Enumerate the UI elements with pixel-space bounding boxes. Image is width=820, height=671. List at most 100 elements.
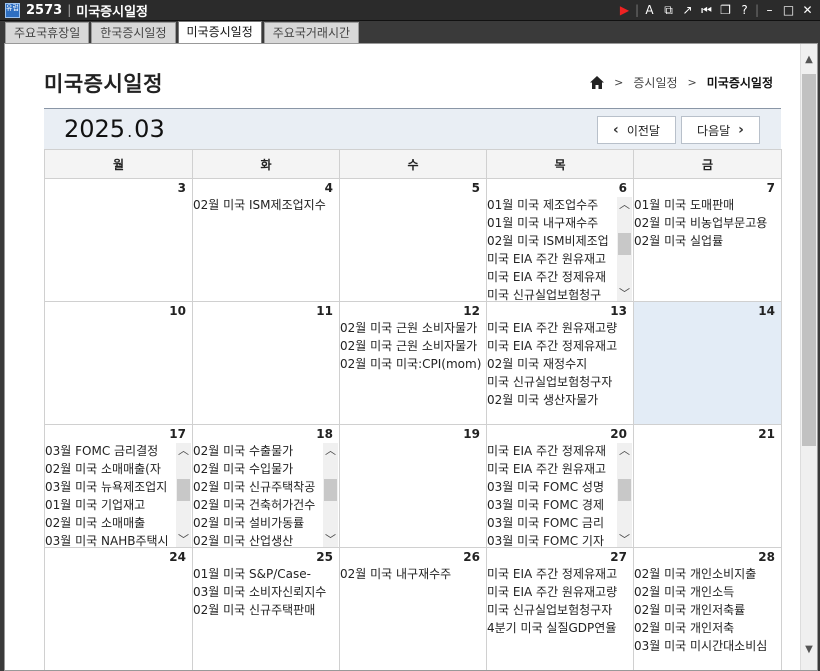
calendar-event[interactable]: 02월 미국 개인저축 [634,619,781,637]
calendar-event[interactable]: 미국 EIA 주간 원유재고 [487,460,617,478]
calendar-day-cell[interactable]: 18 02월 미국 수출물가 02월 미국 수입물가 02월 미국 신규주택착공 02월… [192,424,340,548]
calendar-event[interactable]: 미국 EIA 주간 정제유재 [487,442,617,460]
calendar-event[interactable]: 미국 EIA 주간 원유재고량 [487,319,633,337]
calendar-event[interactable]: 03월 미국 FOMC 성명 [487,478,617,496]
calendar-day-cell[interactable]: 3 [44,178,193,302]
tab-trading-hours[interactable]: 주요국거래시간 [263,22,360,43]
first-page-icon[interactable]: ⏮ [698,2,715,18]
calendar-day-cell[interactable]: 24 [44,547,193,670]
calendar-event[interactable]: 02월 미국 개인소비지출 [634,565,781,583]
calendar-event[interactable]: 02월 미국 근원 소비자물가 [340,319,486,337]
calendar-event[interactable]: 미국 EIA 주간 원유재고량 [487,583,633,601]
home-icon[interactable] [590,76,605,89]
link-arrow-icon[interactable]: ↗ [679,2,696,18]
close-icon[interactable]: ✕ [799,2,816,18]
calendar-day-cell[interactable]: 21 [633,424,782,548]
play-icon[interactable]: ▶ [616,2,633,18]
calendar-event[interactable]: 미국 신규실업보험청구자 [487,601,633,619]
breadcrumb-item[interactable]: 증시일정 [633,74,677,91]
calendar-event[interactable]: 02월 미국 개인저축률 [634,601,781,619]
calendar-event[interactable]: 02월 미국 재정수지 [487,355,633,373]
chevron-down-icon[interactable]: ﹀ [617,532,632,547]
calendar-event[interactable]: 02월 미국 건축허가건수 [193,496,323,514]
calendar-event[interactable]: 02월 미국 근원 소비자물가 [340,337,486,355]
calendar-day-cell[interactable]: 17 03월 FOMC 금리결정 02월 미국 소매매출(자 03월 미국 뉴욕제조업… [44,424,193,548]
calendar-event[interactable]: 03월 미국 미시간대소비심 [634,637,781,655]
new-window-icon[interactable]: ⧉ [660,2,677,18]
calendar-event[interactable]: 03월 미국 뉴욕제조업지 [45,478,176,496]
maximize-icon[interactable]: □ [780,2,797,18]
calendar-event[interactable]: 02월 미국 내구재수주 [340,565,486,583]
calendar-event[interactable]: 4분기 미국 실질GDP연율 [487,619,633,637]
calendar-event[interactable]: 미국 EIA 주간 정제유재 [487,268,617,286]
next-month-button[interactable]: 다음달 › [681,116,760,144]
calendar-day-cell[interactable]: 28 02월 미국 개인소비지출 02월 미국 개인소득 02월 미국 개인저축률 02… [633,547,782,670]
calendar-event[interactable]: 01월 미국 제조업수주 [487,196,617,214]
scrollbar-thumb[interactable] [618,479,631,501]
chevron-up-icon[interactable]: ︿ [617,443,632,458]
chevron-down-icon[interactable]: ﹀ [176,532,191,547]
calendar-day-cell[interactable]: 12 02월 미국 근원 소비자물가 02월 미국 근원 소비자물가 02월 미국 미… [339,301,487,425]
calendar-day-cell[interactable]: 14 [633,301,782,425]
calendar-day-cell[interactable]: 13 미국 EIA 주간 원유재고량 미국 EIA 주간 정제유재고 02월 미국 재… [486,301,634,425]
calendar-day-cell[interactable]: 11 [192,301,340,425]
chevron-up-icon[interactable]: ︿ [323,443,338,458]
calendar-event[interactable]: 미국 EIA 주간 정제유재고 [487,337,633,355]
calendar-day-cell[interactable]: 26 02월 미국 내구재수주 [339,547,487,670]
calendar-event[interactable]: 미국 EIA 주간 정제유재고 [487,565,633,583]
chevron-up-icon[interactable]: ︿ [176,443,191,458]
font-size-icon[interactable]: A [641,2,658,18]
calendar-event[interactable]: 02월 미국 수입물가 [193,460,323,478]
calendar-event[interactable]: 03월 미국 소비자신뢰지수 [193,583,339,601]
calendar-event[interactable]: 02월 미국 소매매출(자 [45,460,176,478]
cell-scrollbar[interactable]: ︿ ﹀ [617,443,632,547]
calendar-event[interactable]: 02월 미국 생산자물가 [487,391,633,409]
chevron-down-icon[interactable]: ﹀ [323,532,338,547]
calendar-event[interactable]: 01월 미국 도매판매 [634,196,781,214]
scrollbar-thumb[interactable] [177,479,190,501]
tab-holidays[interactable]: 주요국휴장일 [5,22,90,43]
calendar-event[interactable]: 01월 미국 내구재수주 [487,214,617,232]
page-scrollbar[interactable]: ▲ ▼ [800,44,817,670]
calendar-event[interactable]: 02월 미국 소매매출 [45,514,176,532]
cell-scrollbar[interactable]: ︿ ﹀ [176,443,191,547]
app-icon[interactable]: 유럽 [5,2,20,18]
calendar-event[interactable]: 03월 미국 FOMC 기자 [487,532,617,547]
calendar-event[interactable]: 02월 미국 미국:CPI(mom) [340,355,486,373]
help-icon[interactable]: ? [736,2,753,18]
tab-us-schedule[interactable]: 미국증시일정 [177,21,262,43]
scrollbar-thumb[interactable] [802,74,816,446]
calendar-event[interactable]: 03월 미국 NAHB주택시 [45,532,176,547]
calendar-event[interactable]: 02월 미국 신규주택판매 [193,601,339,619]
scrollbar-thumb[interactable] [618,233,631,255]
calendar-event[interactable]: 02월 미국 수출물가 [193,442,323,460]
calendar-event[interactable]: 03월 FOMC 금리결정 [45,442,176,460]
calendar-day-cell[interactable]: 6 01월 미국 제조업수주 01월 미국 내구재수주 02월 미국 ISM비제조업 미… [486,178,634,302]
calendar-day-cell[interactable]: 7 01월 미국 도매판매 02월 미국 비농업부문고용 02월 미국 실업률 [633,178,782,302]
minimize-icon[interactable]: – [761,2,778,18]
scrollbar-thumb[interactable] [324,479,337,501]
calendar-event[interactable]: 01월 미국 S&P/Case- [193,565,339,583]
calendar-event[interactable]: 01월 미국 기업재고 [45,496,176,514]
restore-window-icon[interactable]: ❐ [717,2,734,18]
calendar-event[interactable]: 02월 미국 설비가동률 [193,514,323,532]
calendar-event[interactable]: 02월 미국 산업생산 [193,532,323,547]
calendar-event[interactable]: 미국 신규실업보험청구자 [487,373,633,391]
calendar-day-cell[interactable]: 19 [339,424,487,548]
chevron-down-icon[interactable]: ﹀ [617,286,632,301]
calendar-day-cell[interactable]: 5 [339,178,487,302]
scroll-down-icon[interactable]: ▼ [801,644,817,660]
calendar-event[interactable]: 02월 미국 ISM제조업지수 [193,196,339,214]
cell-scrollbar[interactable]: ︿ ﹀ [323,443,338,547]
calendar-event[interactable]: 미국 EIA 주간 원유재고 [487,250,617,268]
calendar-event[interactable]: 02월 미국 ISM비제조업 [487,232,617,250]
cell-scrollbar[interactable]: ︿ ﹀ [617,197,632,301]
calendar-event[interactable]: 02월 미국 실업률 [634,232,781,250]
prev-month-button[interactable]: ‹ 이전달 [597,116,676,144]
calendar-event[interactable]: 03월 미국 FOMC 경제 [487,496,617,514]
calendar-day-cell[interactable]: 20 미국 EIA 주간 정제유재 미국 EIA 주간 원유재고 03월 미국 FOM… [486,424,634,548]
calendar-day-cell[interactable]: 4 02월 미국 ISM제조업지수 [192,178,340,302]
calendar-event[interactable]: 02월 미국 비농업부문고용 [634,214,781,232]
calendar-event[interactable]: 03월 미국 FOMC 금리 [487,514,617,532]
calendar-event[interactable]: 02월 미국 신규주택착공 [193,478,323,496]
